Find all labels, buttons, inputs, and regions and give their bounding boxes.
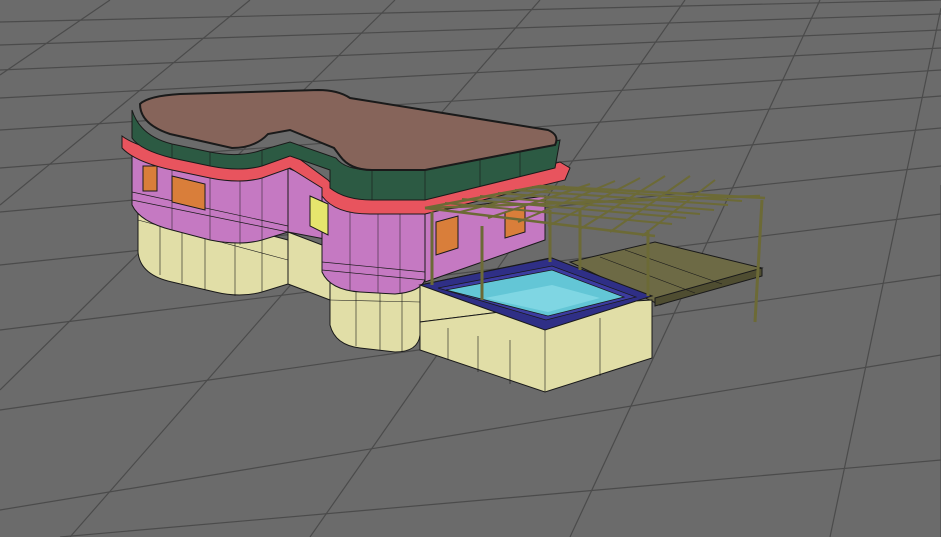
window-right — [435, 215, 459, 256]
3d-viewport[interactable] — [0, 0, 941, 537]
viewport-canvas[interactable] — [0, 0, 941, 537]
window-left — [142, 165, 158, 192]
